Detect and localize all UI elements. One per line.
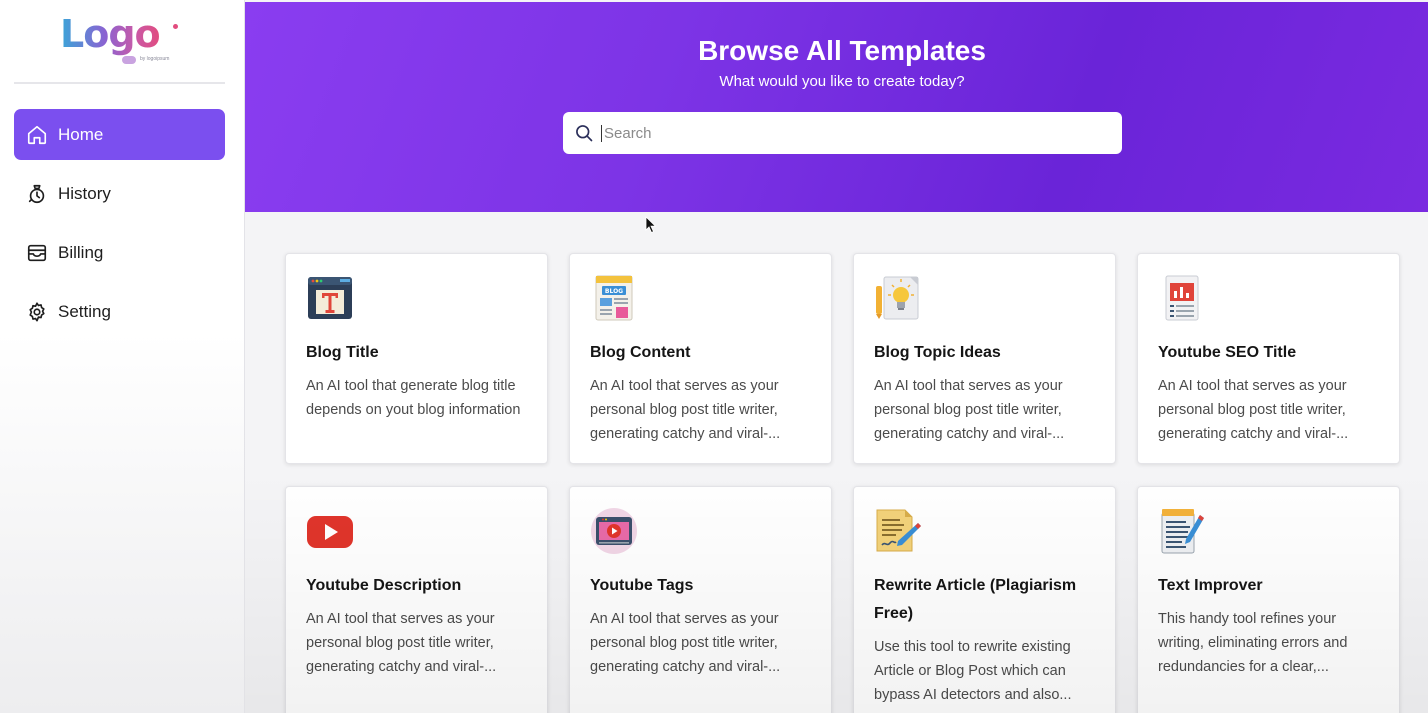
sidebar-nav: Home History Billing Setting xyxy=(14,109,225,345)
sidebar-shade xyxy=(0,333,245,713)
page-title: Browse All Templates xyxy=(698,35,986,66)
search-icon xyxy=(573,122,595,144)
logo-area: Logo by logoipsum xyxy=(14,12,225,84)
template-card-text-improver[interactable]: Text Improver This handy tool refines yo… xyxy=(1137,486,1400,713)
template-title: Text Improver xyxy=(1158,577,1263,594)
sidebar-item-billing[interactable]: Billing xyxy=(14,227,225,278)
sidebar-item-setting[interactable]: Setting xyxy=(14,286,225,337)
history-icon xyxy=(26,183,48,205)
search-bar[interactable] xyxy=(563,112,1122,154)
lightbulb-icon xyxy=(876,276,919,320)
template-card-blog-topic-ideas[interactable]: Blog Topic Ideas An AI tool that serves … xyxy=(853,253,1116,464)
template-description: An AI tool that serves as your personal … xyxy=(590,378,781,442)
template-title: Youtube Tags xyxy=(590,577,694,594)
billing-icon xyxy=(26,242,48,264)
svg-text:BLOG: BLOG xyxy=(605,288,623,295)
sidebar-item-label: Home xyxy=(58,124,104,144)
template-description: An AI tool that generate blog title depe… xyxy=(306,378,521,418)
template-description: An AI tool that serves as your personal … xyxy=(1158,378,1349,442)
video-player-icon xyxy=(591,508,637,554)
seo-report-icon xyxy=(1165,275,1199,321)
document-pen-icon xyxy=(876,509,921,552)
template-description: This handy tool refines your writing, el… xyxy=(1158,611,1348,675)
logo-dot xyxy=(173,24,178,29)
logo-subtext: by logoipsum xyxy=(140,56,170,62)
template-description: An AI tool that serves as your personal … xyxy=(306,611,497,675)
template-card-rewrite-article[interactable]: Rewrite Article (Plagiarism Free) Use th… xyxy=(853,486,1116,713)
template-description: An AI tool that serves as your personal … xyxy=(590,611,781,675)
mouse-cursor-icon xyxy=(645,216,657,234)
template-title: Rewrite Article (Plagiarism Free) xyxy=(874,577,1077,622)
hero-banner: Browse All Templates What would you like… xyxy=(245,2,1428,212)
template-card-blog-content[interactable]: BLOG Blog Content An AI tool that serves… xyxy=(569,253,832,464)
notepad-pencil-icon xyxy=(1161,509,1204,554)
template-title: Blog Content xyxy=(590,344,691,361)
template-card-youtube-tags[interactable]: Youtube Tags An AI tool that serves as y… xyxy=(569,486,832,713)
template-card-youtube-seo-title[interactable]: Youtube SEO Title An AI tool that serves… xyxy=(1137,253,1400,464)
home-icon xyxy=(26,124,48,146)
gear-icon xyxy=(26,301,48,323)
template-card-blog-title[interactable]: Blog Title An AI tool that generate blog… xyxy=(285,253,548,464)
sidebar-item-label: Setting xyxy=(58,301,111,321)
template-description: Use this tool to rewrite existing Articl… xyxy=(874,639,1072,703)
sidebar: Logo by logoipsum Home History Billing S… xyxy=(0,0,245,713)
logo[interactable]: Logo by logoipsum xyxy=(60,12,180,66)
blog-content-icon: BLOG xyxy=(595,275,633,321)
template-title: Blog Topic Ideas xyxy=(874,344,1001,361)
page-subtitle: What would you like to create today? xyxy=(719,73,965,90)
template-title: Youtube SEO Title xyxy=(1158,344,1297,361)
youtube-icon xyxy=(307,516,353,548)
search-input[interactable] xyxy=(601,124,1101,142)
logo-text: Logo xyxy=(60,12,161,56)
sidebar-item-label: Billing xyxy=(58,242,104,262)
blog-title-icon xyxy=(308,277,352,319)
template-description: An AI tool that serves as your personal … xyxy=(874,378,1065,442)
template-title: Blog Title xyxy=(306,344,379,361)
sidebar-item-history[interactable]: History xyxy=(14,168,225,219)
sidebar-item-label: History xyxy=(58,183,111,203)
sidebar-item-home[interactable]: Home xyxy=(14,109,225,160)
template-title: Youtube Description xyxy=(306,577,462,594)
logo-pill xyxy=(122,56,136,64)
template-card-youtube-description[interactable]: Youtube Description An AI tool that serv… xyxy=(285,486,548,713)
